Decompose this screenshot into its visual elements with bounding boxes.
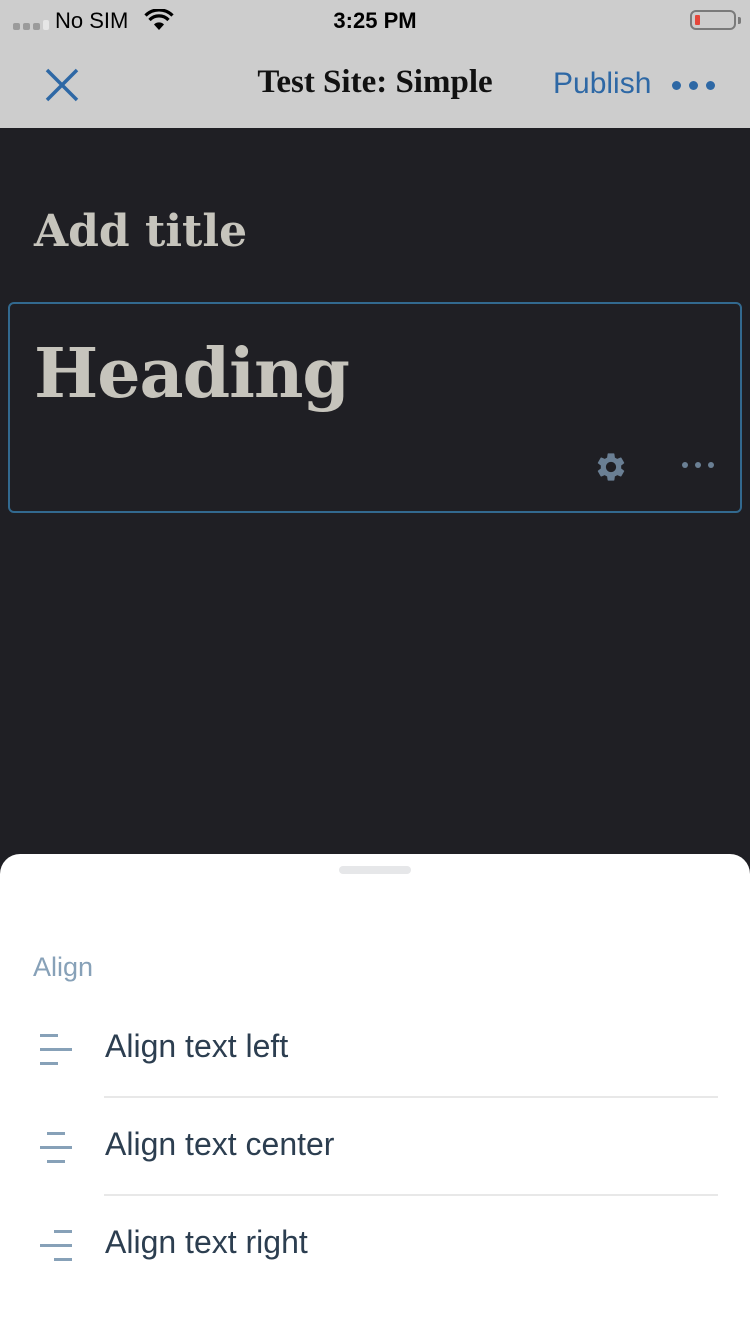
align-left-option[interactable]: Align text left bbox=[0, 1000, 750, 1098]
block-settings-button[interactable] bbox=[594, 450, 628, 484]
align-left-icon bbox=[40, 1034, 72, 1065]
option-label: Align text right bbox=[105, 1224, 308, 1260]
align-center-icon bbox=[40, 1132, 72, 1163]
section-label: Align bbox=[33, 952, 94, 982]
align-bottom-sheet: Align Align text left Align text center … bbox=[0, 854, 750, 1334]
more-horizontal-icon bbox=[672, 80, 681, 90]
align-right-option[interactable]: Align text right bbox=[0, 1196, 750, 1294]
option-label: Align text left bbox=[105, 1028, 289, 1064]
publish-button[interactable]: Publish bbox=[553, 67, 651, 101]
heading-text[interactable]: Heading bbox=[34, 334, 350, 414]
more-options-button[interactable] bbox=[672, 78, 716, 92]
clock: 3:25 PM bbox=[333, 8, 417, 33]
more-horizontal-icon bbox=[682, 462, 688, 468]
status-bar: No SIM 3:25 PM bbox=[0, 0, 750, 40]
nav-bar: Test Site: Simple Publish bbox=[0, 40, 750, 128]
battery-icon bbox=[690, 10, 741, 30]
battery-level bbox=[695, 15, 700, 25]
sheet-drag-handle[interactable] bbox=[339, 866, 411, 874]
option-label: Align text center bbox=[105, 1126, 335, 1162]
editor-canvas: Add title Heading bbox=[0, 128, 750, 855]
align-center-option[interactable]: Align text center bbox=[0, 1098, 750, 1196]
block-more-button[interactable] bbox=[682, 462, 714, 468]
gear-icon bbox=[597, 453, 625, 481]
heading-block[interactable]: Heading bbox=[8, 302, 742, 513]
align-right-icon bbox=[40, 1230, 72, 1261]
post-title-field[interactable]: Add title bbox=[34, 206, 247, 257]
